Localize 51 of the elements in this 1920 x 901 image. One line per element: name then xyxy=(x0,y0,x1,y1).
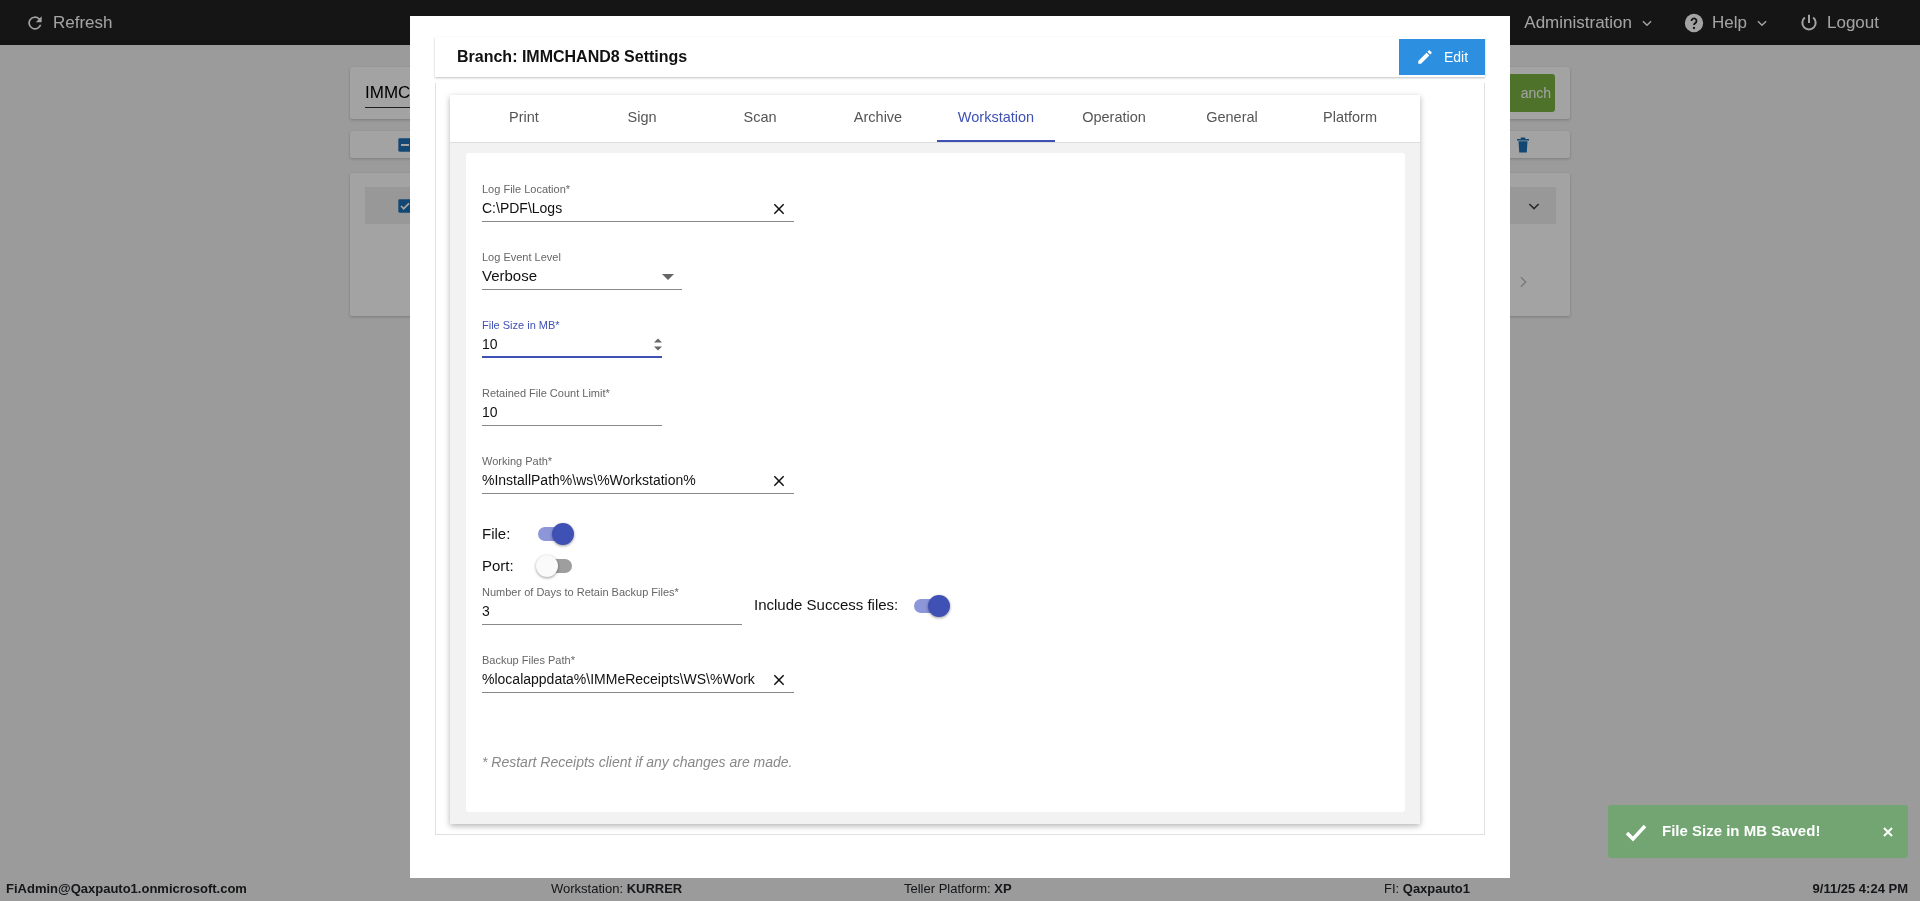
tab[interactable]: Sign xyxy=(583,95,701,142)
date-time: 9/11/25 4:24 PM xyxy=(1812,880,1909,899)
logout-button[interactable]: Logout xyxy=(1799,9,1879,36)
field-label: Log Event Level xyxy=(482,251,562,264)
pencil-icon xyxy=(1415,48,1434,66)
tab[interactable]: Archive xyxy=(819,95,937,142)
admin-menu[interactable]: Administration xyxy=(1524,9,1655,36)
user-label: FiAdmin@Qaxpauto1.onmicrosoft.com xyxy=(6,880,248,899)
status-item: Teller Platform: XP xyxy=(904,880,1013,899)
field-label: Backup Files Path* xyxy=(482,654,576,667)
tab[interactable]: General xyxy=(1173,95,1291,142)
tab[interactable]: Scan xyxy=(701,95,819,142)
field-label: Log File Location* xyxy=(482,183,572,196)
status-item: Workstation: KURRER xyxy=(551,880,684,899)
switch-label: Include Success files: xyxy=(754,595,899,616)
refresh-button[interactable]: Refresh xyxy=(25,9,113,36)
input-field[interactable]: 10 xyxy=(482,402,662,423)
input-field[interactable]: C:\PDF\Logs xyxy=(482,198,764,219)
trash-icon[interactable] xyxy=(1514,135,1532,154)
switch-label: Port: xyxy=(482,555,515,576)
tab[interactable]: Operation xyxy=(1055,95,1173,142)
tab[interactable]: Workstation xyxy=(937,95,1055,142)
input-field[interactable]: %InstallPath%\ws\%Workstation% xyxy=(482,470,764,491)
field-label: File Size in MB* xyxy=(482,319,561,332)
field-label: Number of Days to Retain Backup Files* xyxy=(482,586,680,599)
help-icon xyxy=(1684,12,1705,33)
status-item: FI: Qaxpauto1 xyxy=(1384,880,1471,899)
input-field[interactable]: 3 xyxy=(482,601,742,622)
close-icon xyxy=(1882,825,1894,838)
caret-down-icon xyxy=(662,273,674,280)
input-field[interactable]: 10 xyxy=(482,333,654,355)
tab[interactable]: Print xyxy=(465,95,583,142)
help-menu[interactable]: Help xyxy=(1684,9,1769,36)
field-label: Working Path* xyxy=(482,455,554,468)
dialog-title: Branch: IMMCHAND8 Settings xyxy=(457,47,688,67)
toast-message: File Size in MB Saved! xyxy=(1662,821,1821,842)
switch-label: File: xyxy=(482,524,512,544)
field-label: Retained File Count Limit* xyxy=(482,387,611,400)
toggle-switch[interactable] xyxy=(914,594,951,617)
close-icon xyxy=(772,672,786,687)
close-icon xyxy=(772,473,786,488)
close-icon xyxy=(772,201,786,216)
toggle-switch[interactable] xyxy=(538,523,574,546)
spinner-icon xyxy=(654,337,662,351)
close-button[interactable] xyxy=(1882,825,1894,838)
tab[interactable]: Platform xyxy=(1291,95,1409,142)
restart-note: * Restart Receipts client if any changes are made. xyxy=(482,753,794,772)
toggle-switch[interactable] xyxy=(538,554,574,577)
input-field[interactable]: %localappdata%\IMMeReceipts\WS\%Work xyxy=(482,669,764,690)
power-icon xyxy=(1799,12,1819,33)
dropdown-field[interactable]: Verbose xyxy=(482,264,682,290)
